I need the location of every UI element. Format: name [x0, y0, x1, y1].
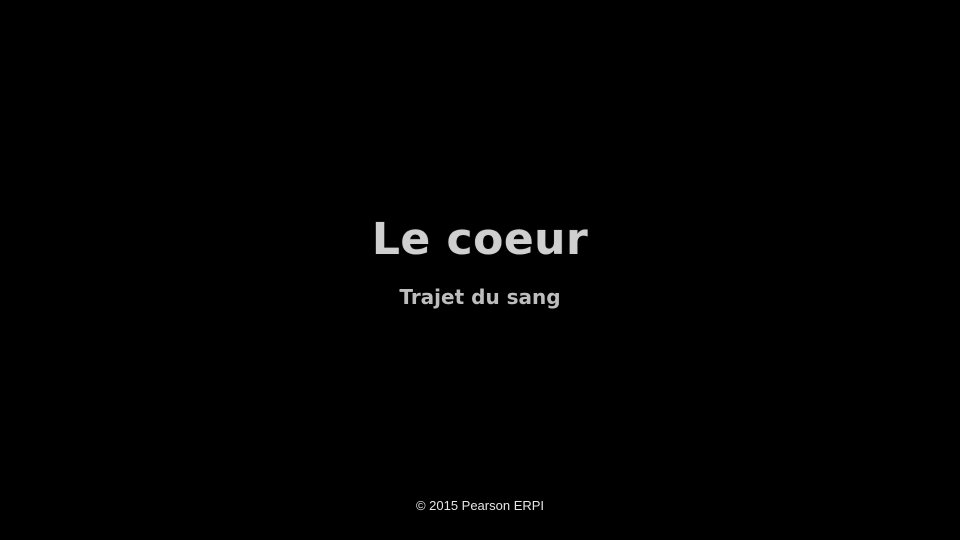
slide-subtitle: Trajet du sang	[399, 285, 561, 309]
slide-title: Le coeur	[371, 214, 589, 265]
copyright-notice: © 2015 Pearson ERPI	[415, 498, 545, 513]
title-slide: Le coeur Trajet du sang © 2015 Pearson E…	[0, 0, 960, 540]
